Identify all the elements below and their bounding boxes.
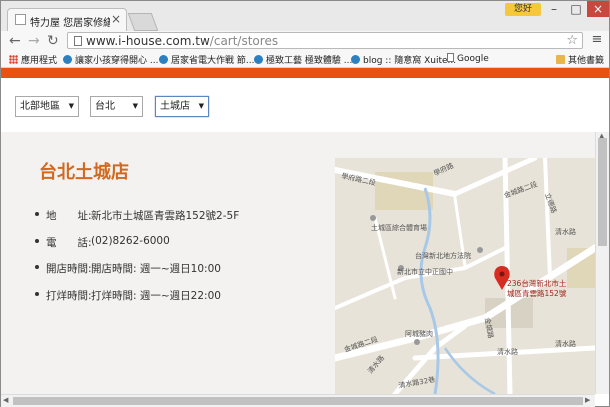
browser-tab[interactable]: 特力屋 您居家修繕的好幫手 ×	[7, 8, 127, 31]
map-label: 台灣新北地方法院	[415, 251, 471, 260]
document-icon	[447, 53, 454, 62]
address-bar[interactable]: www.i-house.com.tw/cart/stores ☆	[67, 32, 583, 49]
page-icon	[74, 36, 82, 46]
dropdown-arrow-icon: ▼	[68, 102, 74, 110]
bookmark-item[interactable]: 居家省電大作戰 節...	[159, 53, 254, 66]
dropdown-arrow-icon: ▼	[132, 102, 138, 110]
bullet	[35, 212, 39, 216]
new-tab-button[interactable]	[127, 13, 159, 31]
close-window-button[interactable]: ×	[587, 1, 609, 17]
page-favicon-icon	[15, 14, 26, 25]
browser-toolbar: ← → ↻ www.i-house.com.tw/cart/stores ☆ ≡	[1, 31, 609, 51]
site-icon	[351, 55, 360, 64]
map-label: 土城區綜合體育場	[371, 223, 427, 232]
dropdown-arrow-icon: ▼	[198, 102, 204, 110]
browser-window: 特力屋 您居家修繕的好幫手 × 您好 – □ × ← → ↻ www.i-hou…	[0, 0, 610, 407]
site-icon	[254, 55, 263, 64]
scrollbar-thumb[interactable]	[598, 138, 607, 246]
site-icon	[159, 55, 168, 64]
title-bar: 特力屋 您居家修繕的好幫手 × 您好 – □ ×	[1, 1, 609, 31]
bookmark-item[interactable]: blog :: 隨意窩 Xuite...	[351, 53, 456, 66]
city-select[interactable]: 台北 ▼	[90, 96, 143, 117]
bookmark-item[interactable]: 極致工藝 極致體驗 ...	[254, 53, 352, 66]
map-label: 新北市立中正國中	[397, 267, 453, 276]
store-select[interactable]: 土城店 ▼	[155, 96, 209, 117]
scroll-left-icon[interactable]: ◀	[3, 396, 8, 404]
apps-icon	[9, 55, 18, 64]
map-label: 阿城豬肉	[405, 329, 433, 338]
vertical-scrollbar[interactable]: ▲	[595, 132, 609, 394]
poi-icon	[414, 339, 420, 345]
reload-icon[interactable]: ↻	[47, 33, 59, 49]
bullet	[35, 265, 39, 269]
store-detail-panel: 台北土城店 地 址: 新北市土城區青雲路152號2-5F 電 話: (02)8262…	[1, 132, 595, 394]
bookmark-item[interactable]: 讓家小孩穿得開心 ...	[63, 53, 158, 66]
bookmarks-bar: 應用程式 讓家小孩穿得開心 ... 居家省電大作戰 節... 極致工藝 極致體驗…	[1, 51, 609, 68]
scroll-right-icon[interactable]: ▶	[585, 396, 590, 404]
bullet	[35, 291, 39, 296]
bookmark-apps[interactable]: 應用程式	[9, 53, 57, 66]
poi-icon	[477, 247, 483, 253]
bookmark-google[interactable]: Google	[447, 53, 489, 64]
store-map[interactable]: 學府路二段 學府路 金城路二段 立德路 土城區綜合體育場 台灣新北地方法院 新北…	[335, 158, 595, 394]
store-title: 台北土城店	[39, 162, 129, 183]
site-icon	[63, 55, 72, 64]
poi-icon	[370, 215, 376, 221]
map-label: 清水路	[555, 227, 576, 236]
bullet	[35, 238, 39, 243]
close-tab-icon[interactable]: ×	[111, 12, 121, 26]
menu-icon[interactable]: ≡	[589, 32, 605, 47]
marker-address-line: 城區青雲路152號	[507, 288, 567, 298]
site-header-bar	[1, 68, 609, 78]
maximize-button[interactable]: □	[565, 1, 587, 17]
tab-title: 特力屋 您居家修繕的好幫手	[30, 18, 110, 29]
forward-arrow-icon[interactable]: →	[28, 33, 40, 49]
map-label: 清水路	[555, 339, 576, 348]
horizontal-scrollbar[interactable]: ◀ ▶	[1, 394, 595, 407]
scrollbar-thumb[interactable]	[13, 397, 583, 405]
marker-address-line: 236台灣新北市土	[507, 278, 567, 288]
minimize-button[interactable]: –	[543, 1, 565, 17]
other-bookmarks[interactable]: 其他書籤	[556, 53, 604, 66]
folder-icon	[556, 55, 565, 64]
store-filter-bar: 北部地區 ▼ 台北 ▼ 土城店 ▼	[1, 78, 609, 132]
back-arrow-icon[interactable]: ←	[9, 33, 21, 49]
url-text: www.i-house.com.tw/cart/stores	[86, 34, 279, 48]
bookmark-star-icon[interactable]: ☆	[566, 33, 578, 48]
profile-button[interactable]: 您好	[505, 3, 541, 16]
map-label: 清水路	[497, 347, 518, 356]
region-select[interactable]: 北部地區 ▼	[15, 96, 79, 117]
